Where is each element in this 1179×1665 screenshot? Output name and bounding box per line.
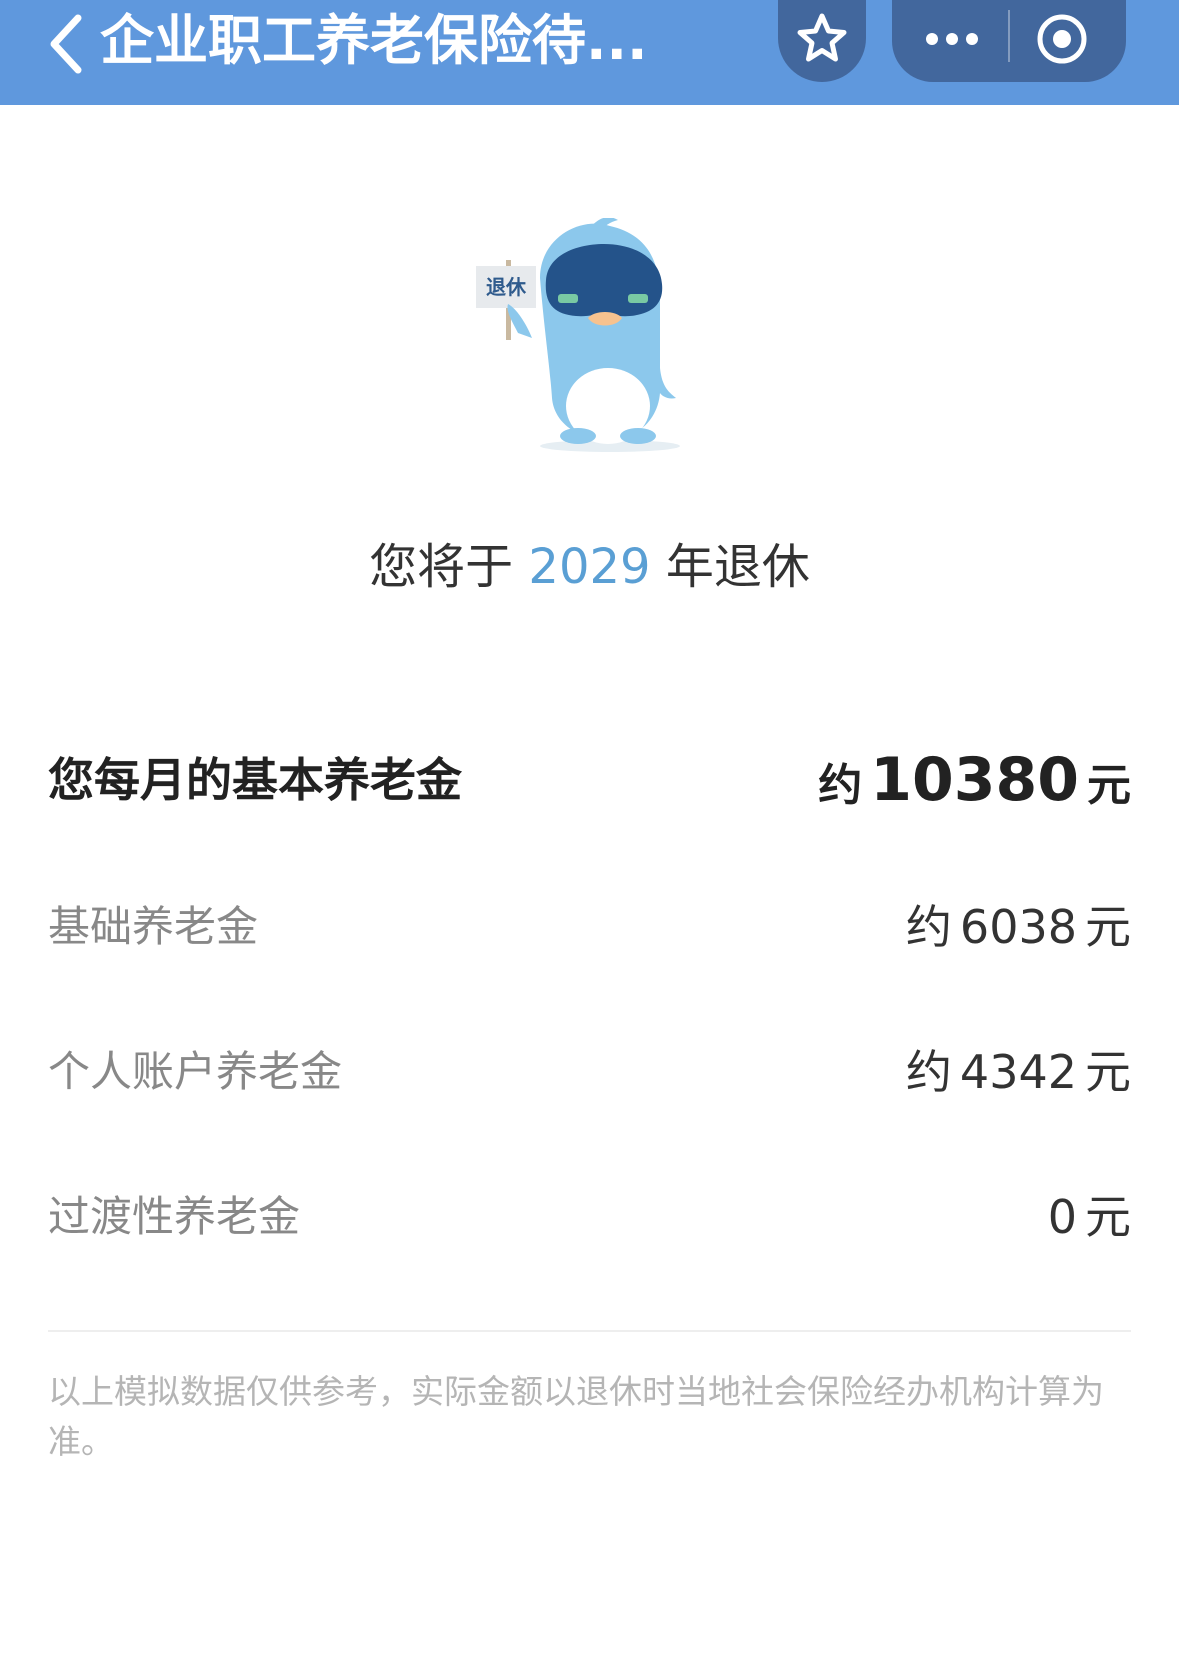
basic-pension-label: 基础养老金 <box>48 902 259 951</box>
personal-account-pension-value: 约 4342 元 <box>906 1032 1131 1112</box>
chevron-left-icon <box>50 14 82 74</box>
transitional-pension-value: 0元 <box>1040 1177 1131 1257</box>
page-title: 企业职工养老保险待... <box>100 9 648 72</box>
more-button[interactable] <box>892 0 1009 82</box>
monthly-pension-amount: 10380 <box>870 745 1079 815</box>
monthly-pension-label: 您每月的基本养老金 <box>48 753 462 807</box>
personal-account-pension-row: 个人账户养老金 约 4342 元 <box>48 1032 1131 1112</box>
retire-year: 2029 <box>528 539 651 595</box>
retire-prefix: 您将于 <box>369 539 514 595</box>
value-prefix: 约 <box>818 760 863 811</box>
transitional-pension-row: 过渡性养老金 0元 <box>48 1177 1131 1257</box>
personal-account-pension-amount: 4342 <box>959 1045 1077 1099</box>
transitional-pension-amount: 0 <box>1047 1190 1077 1244</box>
back-button[interactable] <box>38 4 98 84</box>
close-button[interactable] <box>1010 0 1126 82</box>
value-unit: 元 <box>1085 1190 1131 1244</box>
disclaimer-text: 以上模拟数据仅供参考，实际金额以退休时当地社会保险经办机构计算为准。 <box>48 1372 1104 1461</box>
value-unit: 元 <box>1085 900 1131 954</box>
star-icon <box>797 13 847 62</box>
retirement-year-text: 您将于 2029 年退休 <box>0 532 1179 602</box>
basic-pension-value: 约 6038 元 <box>906 887 1131 967</box>
value-prefix: 约 <box>905 1045 952 1099</box>
monthly-pension-row: 您每月的基本养老金 约 10380 元 <box>48 740 1131 820</box>
value-unit: 元 <box>1087 760 1131 811</box>
value-prefix: 约 <box>905 900 952 954</box>
basic-pension-row: 基础养老金 约 6038 元 <box>48 887 1131 967</box>
page: 企业职工养老保险待... 退休 您将于 2029 年退休 您每月的基本养老金 约… <box>0 0 1179 1665</box>
top-nav-bar: 企业职工养老保险待... <box>0 0 1179 105</box>
monthly-pension-value: 约 10380 元 <box>818 740 1131 835</box>
basic-pension-amount: 6038 <box>959 900 1077 954</box>
retire-suffix: 年退休 <box>665 539 810 595</box>
transitional-pension-label: 过渡性养老金 <box>48 1192 301 1241</box>
mascot-illustration: 退休 <box>476 217 680 452</box>
capsule-menu <box>892 0 1126 82</box>
retirement-mascot: 退休 <box>470 217 710 458</box>
sign-text: 退休 <box>486 275 527 299</box>
value-unit: 元 <box>1085 1045 1131 1099</box>
personal-account-pension-label: 个人账户养老金 <box>48 1047 343 1096</box>
favorite-button[interactable] <box>778 0 866 82</box>
target-circle-icon <box>1037 14 1087 64</box>
ellipsis-icon <box>926 33 978 45</box>
divider-line <box>48 1330 1131 1332</box>
